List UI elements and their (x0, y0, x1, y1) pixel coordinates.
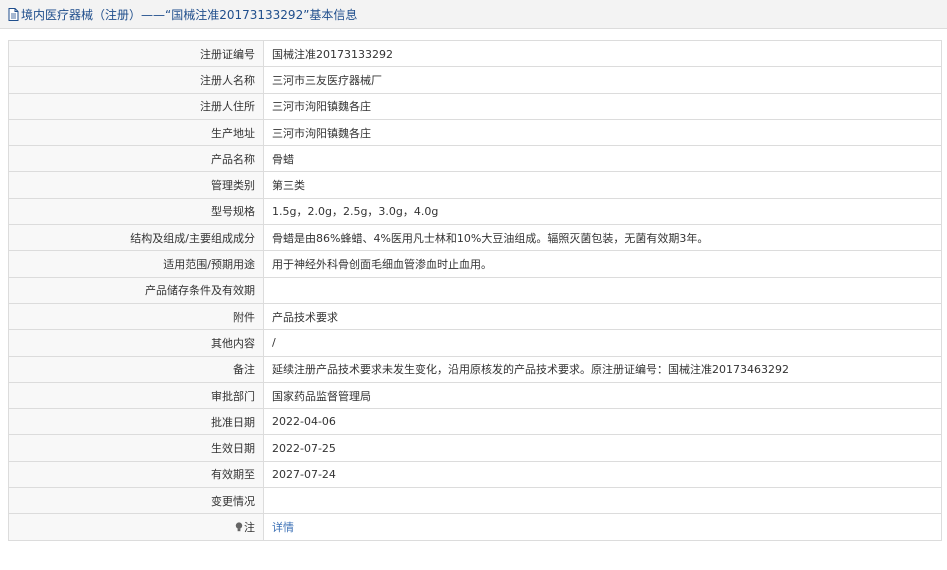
page-title-bar: 境内医疗器械（注册）——“国械注准20173133292”基本信息 (0, 0, 947, 29)
row-value: / (263, 329, 942, 357)
table-row: 附件 产品技术要求 (8, 302, 942, 331)
table-row: 批准日期 2022-04-06 (8, 408, 942, 436)
row-value: 骨蜡 (263, 145, 942, 173)
row-label: 批准日期 (8, 408, 264, 436)
note-label-cell: 注 (8, 513, 264, 541)
row-value: 三河市泃阳镇魏各庄 (263, 92, 942, 120)
row-value: 1.5g，2.0g，2.5g，3.0g，4.0g (263, 197, 942, 226)
row-value: 国家药品监督管理局 (263, 381, 942, 410)
table-row: 注册证编号 国械注准20173133292 (8, 39, 942, 68)
table-row: 变更情况 (8, 487, 942, 515)
note-label: 注 (244, 520, 255, 534)
row-label: 结构及组成/主要组成成分 (8, 224, 264, 252)
row-label: 注册人名称 (8, 66, 264, 94)
row-label: 生效日期 (8, 434, 264, 462)
lightbulb-icon (235, 522, 243, 532)
table-row-note: 注 详情 (8, 513, 942, 541)
table-row: 审批部门 国家药品监督管理局 (8, 381, 942, 410)
row-value: 三河市三友医疗器械厂 (263, 66, 942, 94)
note-value-cell: 详情 (263, 513, 942, 541)
table-row: 有效期至 2027-07-24 (8, 460, 942, 489)
row-value: 2022-07-25 (263, 434, 942, 462)
table-row: 生效日期 2022-07-25 (8, 434, 942, 462)
row-value: 产品技术要求 (263, 302, 942, 331)
row-value: 三河市泃阳镇魏各庄 (263, 118, 942, 147)
row-value: 第三类 (263, 171, 942, 199)
table-row: 型号规格 1.5g，2.0g，2.5g，3.0g，4.0g (8, 197, 942, 226)
detail-table: 注册证编号 国械注准20173133292 注册人名称 三河市三友医疗器械厂 注册人… (8, 39, 942, 541)
table-row: 其他内容 / (8, 329, 942, 357)
table-row: 注册人名称 三河市三友医疗器械厂 (8, 66, 942, 94)
row-label: 适用范围/预期用途 (8, 250, 264, 278)
row-label: 有效期至 (8, 460, 264, 489)
row-label: 变更情况 (8, 487, 264, 515)
row-value (263, 487, 942, 515)
row-value: 骨蜡是由86%蜂蜡、4%医用凡士林和10%大豆油组成。辐照灭菌包装，无菌有效期3… (263, 224, 942, 252)
row-label: 备注 (8, 355, 264, 383)
detail-table-wrap: 注册证编号 国械注准20173133292 注册人名称 三河市三友医疗器械厂 注册人… (8, 39, 942, 541)
table-row: 备注 延续注册产品技术要求未发生变化，沿用原核发的产品技术要求。原注册证编号：国械… (8, 355, 942, 383)
row-label: 型号规格 (8, 197, 264, 226)
row-label: 产品名称 (8, 145, 264, 173)
page-title: 境内医疗器械（注册）——“国械注准20173133292”基本信息 (21, 7, 358, 22)
table-row: 注册人住所 三河市泃阳镇魏各庄 (8, 92, 942, 120)
row-label: 生产地址 (8, 118, 264, 147)
table-row: 生产地址 三河市泃阳镇魏各庄 (8, 118, 942, 147)
table-row: 产品储存条件及有效期 (8, 276, 942, 304)
document-icon (8, 7, 19, 21)
row-value: 国械注准20173133292 (263, 39, 942, 68)
row-value: 延续注册产品技术要求未发生变化，沿用原核发的产品技术要求。原注册证编号：国械注准… (263, 355, 942, 383)
row-value: 用于神经外科骨创面毛细血管渗血时止血用。 (263, 250, 942, 278)
row-value: 2027-07-24 (263, 460, 942, 489)
row-label: 产品储存条件及有效期 (8, 276, 264, 304)
table-row: 产品名称 骨蜡 (8, 145, 942, 173)
table-row: 结构及组成/主要组成成分 骨蜡是由86%蜂蜡、4%医用凡士林和10%大豆油组成。辐… (8, 224, 942, 252)
details-link[interactable]: 详情 (272, 521, 294, 534)
row-label: 管理类别 (8, 171, 264, 199)
row-value: 2022-04-06 (263, 408, 942, 436)
table-row: 管理类别 第三类 (8, 171, 942, 199)
row-value (263, 276, 942, 304)
row-label: 附件 (8, 302, 264, 331)
row-label: 审批部门 (8, 381, 264, 410)
row-label: 其他内容 (8, 329, 264, 357)
row-label: 注册证编号 (8, 39, 264, 68)
row-label: 注册人住所 (8, 92, 264, 120)
table-row: 适用范围/预期用途 用于神经外科骨创面毛细血管渗血时止血用。 (8, 250, 942, 278)
